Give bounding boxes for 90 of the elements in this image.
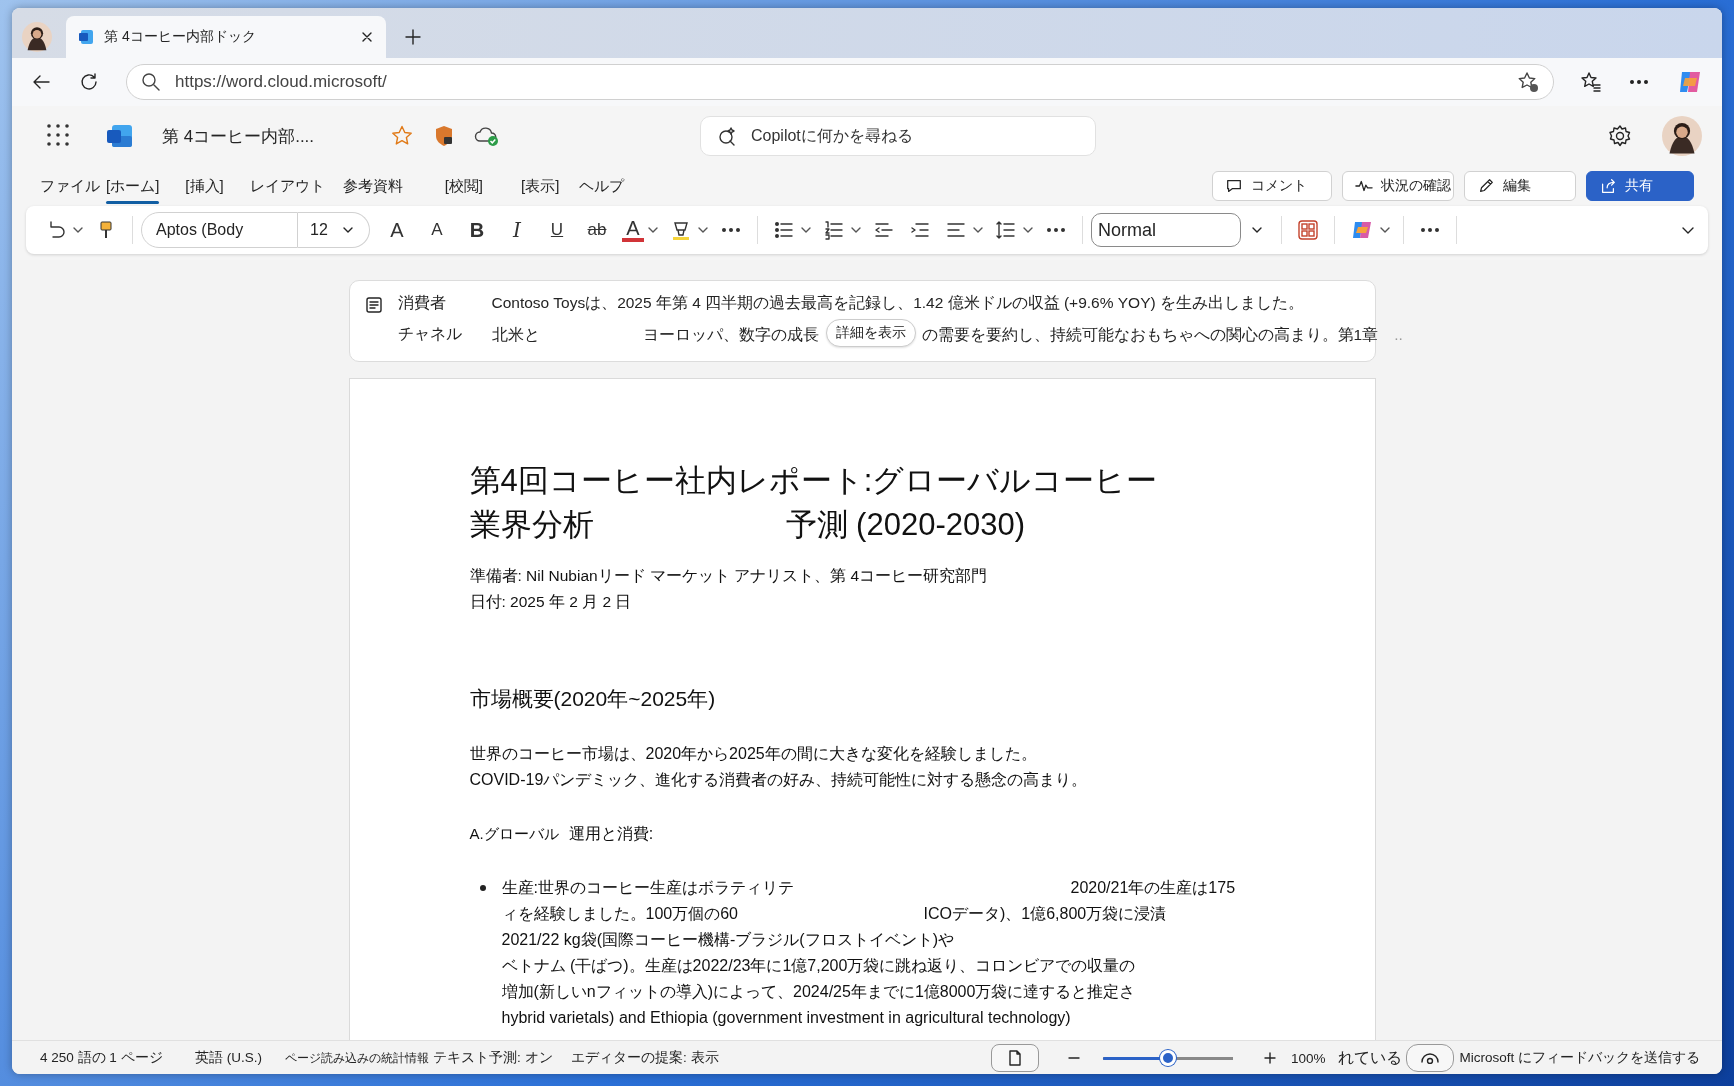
search-icon — [141, 72, 161, 92]
pencil-button[interactable]: 編集 — [1464, 171, 1576, 201]
feedback-link[interactable]: Microsoft にフィードバックを送信する — [1459, 1049, 1701, 1067]
word-count[interactable]: 4 250 語の 1 ページ — [40, 1049, 195, 1067]
new-tab-icon[interactable] — [402, 26, 424, 48]
grid-icon[interactable] — [1297, 219, 1319, 241]
underline-button[interactable]: U — [542, 220, 572, 240]
document-title: 第4回コーヒー社内レポート:グローバルコーヒー — [469, 462, 1159, 500]
status-text: れている — [1337, 1047, 1402, 1068]
print-layout-button[interactable] — [991, 1044, 1039, 1072]
line-spacing-icon[interactable] — [995, 219, 1017, 241]
ribbon-tab[interactable]: ヘルプ — [579, 170, 625, 202]
paragraph-line: 生産:世界のコーヒー生産はボラティリテ — [501, 878, 795, 898]
paragraph-line: 増加(新しいnフィットの導入)によって、2024/25年までに1億8000万袋に達すると推定さ — [501, 982, 1136, 1002]
subheading: 運用と消費: — [568, 824, 654, 844]
paragraph-line: 2020/21年の生産は175 — [1070, 878, 1236, 898]
summary-label: チャネル — [397, 324, 462, 344]
bullets-icon[interactable] — [773, 219, 795, 241]
favorite-add-icon[interactable] — [1517, 71, 1539, 93]
author-line: 準備者: Nil Nubianリード マーケット アナリスト、第 4コーヒー研究部門 — [469, 566, 989, 586]
show-details-button[interactable]: 詳細を表示 — [825, 319, 916, 347]
italic-button[interactable]: I — [502, 218, 532, 242]
date-line: 日付: 2025 年 2 月 2 日 — [469, 592, 633, 612]
settings-icon[interactable] — [1608, 124, 1632, 148]
app-launcher-icon[interactable] — [46, 123, 72, 149]
summary-text: ヨーロッパ、数字の成長 — [642, 324, 820, 345]
document-title: 業界分析 — [469, 506, 595, 544]
ellipsis: .. — [1394, 326, 1403, 344]
bold-button[interactable]: B — [462, 218, 492, 242]
comment-button[interactable]: コメント — [1212, 171, 1332, 201]
word-icon[interactable] — [106, 122, 134, 150]
avatar-icon[interactable] — [1662, 116, 1702, 156]
paragraph-line: 2021/22 kg袋(国際コーヒー機構-ブラジル(フロストイベント)や — [501, 930, 954, 950]
ribbon-tab[interactable]: ファイル — [40, 170, 100, 202]
browser-tab[interactable]: 第 4コーヒー内部ドック — [66, 16, 386, 58]
summary-icon — [363, 295, 384, 315]
subheading: A.グローバル — [469, 824, 559, 844]
close-icon[interactable] — [360, 30, 374, 44]
font-color-button[interactable]: A — [622, 218, 644, 242]
focus-view-button[interactable] — [1405, 1044, 1454, 1072]
avatar-icon[interactable] — [22, 22, 52, 52]
ribbon-tab[interactable]: [表示] — [521, 170, 560, 202]
ribbon-tab[interactable]: [校閲] — [444, 170, 484, 202]
refresh-icon[interactable] — [78, 71, 100, 93]
summary-text: 北米と — [491, 324, 541, 345]
page-icon — [1008, 1050, 1022, 1066]
strikethrough-button[interactable]: ab — [582, 220, 612, 240]
paragraph-line: ィを経験しました。100万個の60 — [501, 904, 739, 924]
cloud-saved-icon[interactable] — [474, 124, 500, 148]
tab-title: 第 4コーヒー内部ドック — [104, 28, 257, 46]
ribbon-tab[interactable]: 参考資料 — [342, 170, 403, 202]
text-prediction-status[interactable]: テキスト予測: オン — [433, 1049, 571, 1067]
summary-text: Contoso Toysは、2025 年第 4 四半期の過去最高を記録し、1.42 億米ドルの収益 (+9.6% YOY) を生み出しました。 — [491, 293, 1305, 313]
share-button[interactable]: 共有 — [1586, 171, 1694, 201]
favorites-icon[interactable] — [1580, 71, 1602, 93]
document-title[interactable]: 第 4コーヒー内部.... — [162, 124, 322, 148]
paragraph-line: hybrid varietals) and Ethiopia (government investment in agricultural technology) — [501, 1008, 1071, 1028]
word-icon — [78, 29, 94, 45]
ribbon-tab[interactable]: [挿入] — [185, 170, 224, 202]
editor-suggestions-status[interactable]: エディターの提案: 表示 — [571, 1049, 991, 1067]
zoom-slider-thumb[interactable] — [1160, 1050, 1176, 1066]
summary-text: の需要を要約し、持続可能なおもちゃへの関心の高まり。第1章 — [921, 324, 1379, 345]
pencil-icon — [1477, 177, 1495, 195]
share-icon — [1599, 177, 1617, 195]
star-icon[interactable] — [390, 124, 414, 148]
numbering-icon[interactable] — [823, 219, 845, 241]
eye-icon — [1420, 1052, 1439, 1064]
section-heading: 市場概要(2020年~2025年) — [469, 686, 717, 712]
zoom-in-icon[interactable] — [1263, 1051, 1277, 1065]
comment-icon — [1225, 177, 1243, 195]
bullet-icon — [479, 885, 486, 891]
document-title: 予測 (2020-2030) — [785, 506, 1025, 544]
page-load-stats[interactable]: ページ読み込みの統計情報 — [285, 1050, 433, 1066]
search-field[interactable]: Copilotに何かを尋ねる — [700, 116, 1096, 156]
ribbon-tab[interactable]: [ホーム] — [106, 170, 160, 202]
address-field[interactable]: https://word.cloud.microsoft/ — [126, 64, 1554, 100]
ribbon-tab[interactable]: レイアウト — [249, 170, 325, 202]
grow-font-button[interactable]: A — [382, 218, 412, 242]
zoom-percent[interactable]: 100% — [1291, 1050, 1326, 1066]
language-status[interactable]: 英語 (U.S.) — [195, 1049, 285, 1067]
highlighter-icon[interactable] — [670, 219, 692, 241]
summary-label: 消費者 — [397, 293, 447, 313]
paragraph-line: COVID-19パンデミック、進化する消費者の好み、持続可能性に対する懸念の高まり。 — [469, 770, 1089, 790]
shrink-font-button[interactable]: A — [422, 220, 452, 240]
copilot-search-icon — [717, 126, 737, 146]
paragraph-line: ベトナム (干ばつ)。生産は2022/23年に1億7,200万袋に跳ね返り、コロンビアでの収量の — [501, 956, 1136, 976]
activity-button[interactable]: 状況の確認 — [1342, 171, 1454, 201]
paragraph-line: ICOデータ)、1億6,800万袋に浸漬 — [923, 904, 1167, 924]
paragraph-line: 世界のコーヒー市場は、2020年から2025年の間に大きな変化を経験しました。 — [469, 744, 1038, 764]
style-field[interactable]: Normal — [1091, 213, 1241, 247]
